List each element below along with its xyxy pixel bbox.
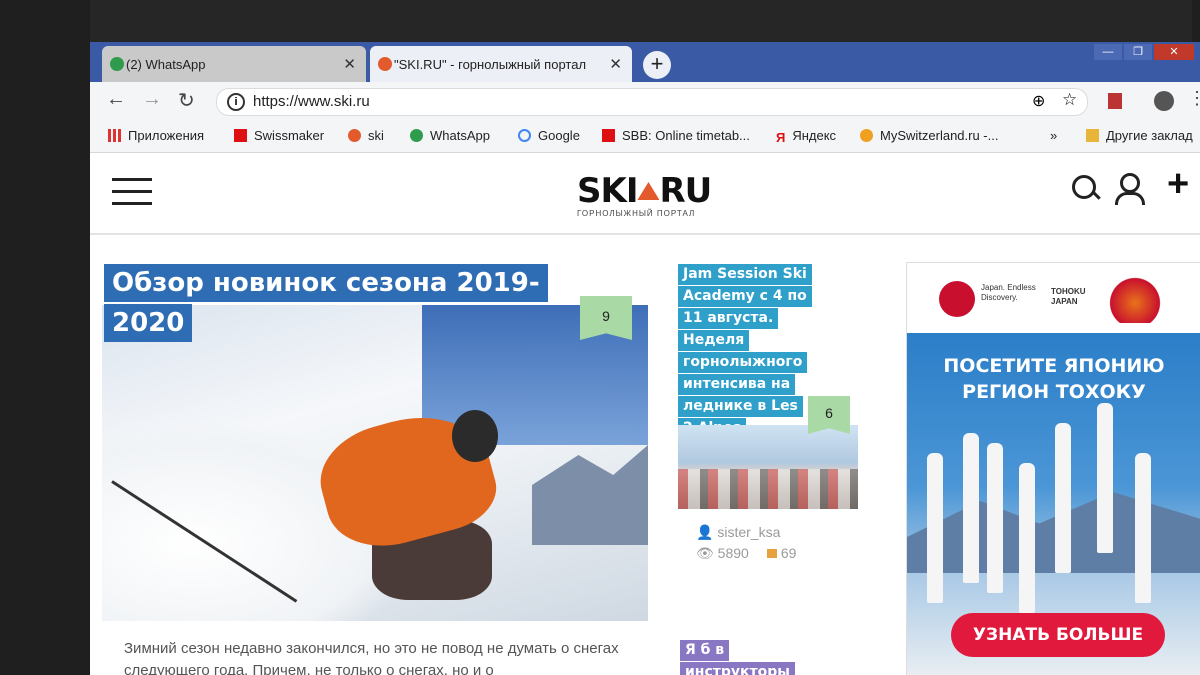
- ski-icon: [348, 129, 361, 142]
- image-skier-head: [452, 410, 498, 462]
- bookmark-other-folder[interactable]: Другие заклад: [1086, 128, 1193, 143]
- reload-icon[interactable]: ↻: [178, 88, 195, 113]
- snow-monster-figure: [927, 453, 943, 603]
- snow-monster-figure: [1097, 403, 1113, 553]
- myswitzerland-icon: [860, 129, 873, 142]
- bookmark-apps[interactable]: Приложения: [108, 128, 204, 143]
- google-icon: [518, 129, 531, 142]
- profile-avatar[interactable]: [1154, 91, 1174, 111]
- close-window-button[interactable]: ✕: [1154, 44, 1194, 60]
- close-tab-icon[interactable]: ✕: [609, 55, 622, 73]
- views-count: 5890: [717, 545, 749, 561]
- new-tab-button[interactable]: +: [643, 51, 671, 79]
- article-author[interactable]: 👤 sister_ksa: [696, 524, 780, 541]
- middle-article-title[interactable]: Jam Session Ski Academy с 4 по 11 август…: [678, 264, 818, 440]
- sbb-icon: [602, 129, 615, 142]
- user-icon: 👤: [696, 524, 718, 540]
- ad-headline: ПОСЕТИТЕ ЯПОНИЮ: [943, 355, 1165, 377]
- more-bookmarks-icon[interactable]: »: [1050, 128, 1057, 143]
- whatsapp-icon: [410, 129, 423, 142]
- hamburger-menu-icon[interactable]: [112, 178, 152, 206]
- address-bar[interactable]: i https://www.ski.ru ⊕ ☆: [216, 88, 1088, 116]
- image-people: [678, 469, 858, 509]
- bookmark-star-icon[interactable]: ☆: [1062, 90, 1077, 110]
- back-arrow-icon[interactable]: ←: [106, 88, 126, 111]
- bookmark-whatsapp[interactable]: WhatsApp: [410, 128, 490, 143]
- comment-count: 69: [780, 545, 797, 561]
- article-stats: 👁 5890 69: [696, 545, 796, 562]
- ad-mountains: [907, 492, 1200, 573]
- url-text[interactable]: https://www.ski.ru: [253, 93, 370, 110]
- apps-grid-icon: [108, 129, 121, 142]
- bookmark-swissmaker[interactable]: Swissmaker: [234, 128, 324, 143]
- tab-whatsapp[interactable]: (2) WhatsApp ✕: [102, 46, 366, 82]
- feature-article-excerpt: Зимний сезон недавно закончился, но это …: [124, 640, 619, 675]
- search-icon[interactable]: [1072, 175, 1096, 199]
- phoenix-logo-icon: [1107, 273, 1163, 323]
- snow-monster-figure: [1019, 463, 1035, 613]
- second-article-title[interactable]: Я б в инструкторы: [680, 640, 795, 675]
- learn-more-button[interactable]: УЗНАТЬ БОЛЬШЕ: [951, 613, 1165, 657]
- bookmark-ski[interactable]: ski: [348, 128, 384, 143]
- tab-ski-ru[interactable]: "SKI.RU" - горнолыжный портал ✕: [370, 46, 632, 82]
- browser-window: (2) WhatsApp ✕ "SKI.RU" - горнолыжный по…: [90, 42, 1200, 675]
- browser-toolbar: ← → ↻ i https://www.ski.ru ⊕ ☆ ⋮: [90, 82, 1200, 120]
- browser-menu-icon[interactable]: ⋮: [1188, 88, 1200, 109]
- monitor-bezel-left: [0, 0, 90, 675]
- bookmarks-bar: Приложения Swissmaker ski WhatsApp Googl…: [90, 120, 1200, 153]
- snow-monster-figure: [987, 443, 1003, 593]
- tab-title: "SKI.RU" - горнолыжный портал: [394, 56, 587, 72]
- japan-logo-text: Japan. Endless Discovery.: [981, 283, 1036, 302]
- snow-monster-figure: [1055, 423, 1071, 573]
- logo-subtitle: ГОРНОЛЫЖНЫЙ ПОРТАЛ: [577, 209, 696, 218]
- bookmark-myswitzerland[interactable]: MySwitzerland.ru -...: [860, 128, 998, 143]
- comments-count-badge[interactable]: 6: [808, 396, 850, 434]
- comment-flag-icon: [766, 549, 777, 558]
- forward-arrow-icon[interactable]: →: [142, 88, 162, 111]
- feature-article-image[interactable]: [102, 305, 648, 621]
- site-header: SKI RU ГОРНОЛЫЖНЫЙ ПОРТАЛ +: [90, 153, 1200, 235]
- site-logo[interactable]: SKI RU: [577, 171, 712, 211]
- close-tab-icon[interactable]: ✕: [343, 55, 356, 73]
- snow-monster-figure: [963, 433, 979, 583]
- ad-image: ПОСЕТИТЕ ЯПОНИЮ РЕГИОН ТОХОКУ УЗНАТЬ БОЛ…: [907, 333, 1200, 675]
- tab-strip: (2) WhatsApp ✕ "SKI.RU" - горнолыжный по…: [90, 42, 1200, 82]
- pdf-extension-icon[interactable]: [1108, 93, 1122, 109]
- minimize-button[interactable]: —: [1094, 44, 1122, 60]
- bookmark-yandex[interactable]: Я Яндекс: [776, 128, 836, 145]
- ski-favicon-icon: [378, 57, 392, 71]
- feature-article-title[interactable]: Обзор новинок сезона 2019- 2020: [104, 264, 574, 344]
- mountain-logo-icon: [637, 182, 660, 200]
- comments-count-badge[interactable]: 9: [580, 296, 632, 340]
- middle-article-image[interactable]: [678, 425, 858, 509]
- window-controls: — ❐ ✕: [1094, 44, 1194, 60]
- bookmark-google[interactable]: Google: [518, 128, 580, 143]
- maximize-button[interactable]: ❐: [1124, 44, 1152, 60]
- swissmaker-icon: [234, 129, 247, 142]
- monitor-bezel-top: [0, 0, 1200, 42]
- ad-logos: Japan. Endless Discovery. TOHOKU JAPAN: [907, 263, 1200, 333]
- advertisement-banner[interactable]: Japan. Endless Discovery. TOHOKU JAPAN П…: [906, 262, 1200, 675]
- user-icon[interactable]: [1115, 173, 1145, 205]
- zoom-icon[interactable]: ⊕: [1032, 91, 1045, 111]
- add-post-icon[interactable]: +: [1167, 165, 1189, 203]
- whatsapp-favicon-icon: [110, 57, 124, 71]
- tab-title: (2) WhatsApp: [126, 56, 206, 72]
- japan-logo-icon: [939, 281, 975, 317]
- site-info-icon[interactable]: i: [227, 93, 245, 111]
- tohoku-logo-text: TOHOKU JAPAN: [1051, 287, 1086, 306]
- folder-icon: [1086, 129, 1099, 142]
- eye-icon: 👁: [696, 545, 718, 561]
- image-mountains: [532, 445, 648, 545]
- snow-monster-figure: [1135, 453, 1151, 603]
- yandex-icon: Я: [776, 130, 786, 145]
- bookmark-sbb[interactable]: SBB: Online timetab...: [602, 128, 750, 143]
- ad-subheadline: РЕГИОН ТОХОКУ: [962, 381, 1146, 403]
